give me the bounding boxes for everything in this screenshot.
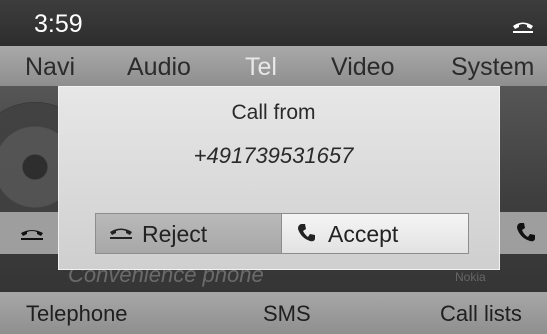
device-label: Nokia — [455, 270, 486, 284]
handset-icon — [513, 22, 533, 33]
bottom-item-call-lists[interactable]: Call lists — [440, 301, 522, 327]
bottom-item-telephone[interactable]: Telephone — [26, 301, 128, 327]
accept-icon — [298, 224, 315, 242]
caller-number: +491739531657 — [193, 143, 354, 168]
call-action-buttons: Reject Accept — [95, 213, 469, 254]
menu-item-tel[interactable]: Tel — [245, 53, 277, 82]
accept-label: Accept — [328, 221, 399, 247]
main-menu: Navi Audio Tel Video System — [0, 46, 547, 86]
end-call-icon[interactable] — [20, 228, 44, 240]
start-call-icon[interactable] — [514, 220, 538, 244]
accept-button[interactable]: Accept — [281, 214, 468, 253]
dialog-title: Call from — [231, 101, 316, 124]
bottom-menu-bar: Telephone SMS Call lists — [0, 292, 547, 334]
clock: 3:59 — [34, 10, 83, 38]
menu-item-navi[interactable]: Navi — [25, 53, 75, 82]
bottom-item-sms[interactable]: SMS — [263, 301, 311, 327]
reject-button[interactable]: Reject — [96, 214, 281, 253]
reject-icon — [110, 228, 132, 239]
head-unit-screen: 3:59 Navi Audio Tel Video System Conveni… — [0, 0, 547, 334]
status-bar: 3:59 — [0, 0, 547, 46]
reject-label: Reject — [142, 221, 208, 247]
menu-item-video[interactable]: Video — [331, 53, 395, 82]
menu-item-system[interactable]: System — [451, 53, 534, 82]
menu-item-audio[interactable]: Audio — [127, 53, 191, 82]
